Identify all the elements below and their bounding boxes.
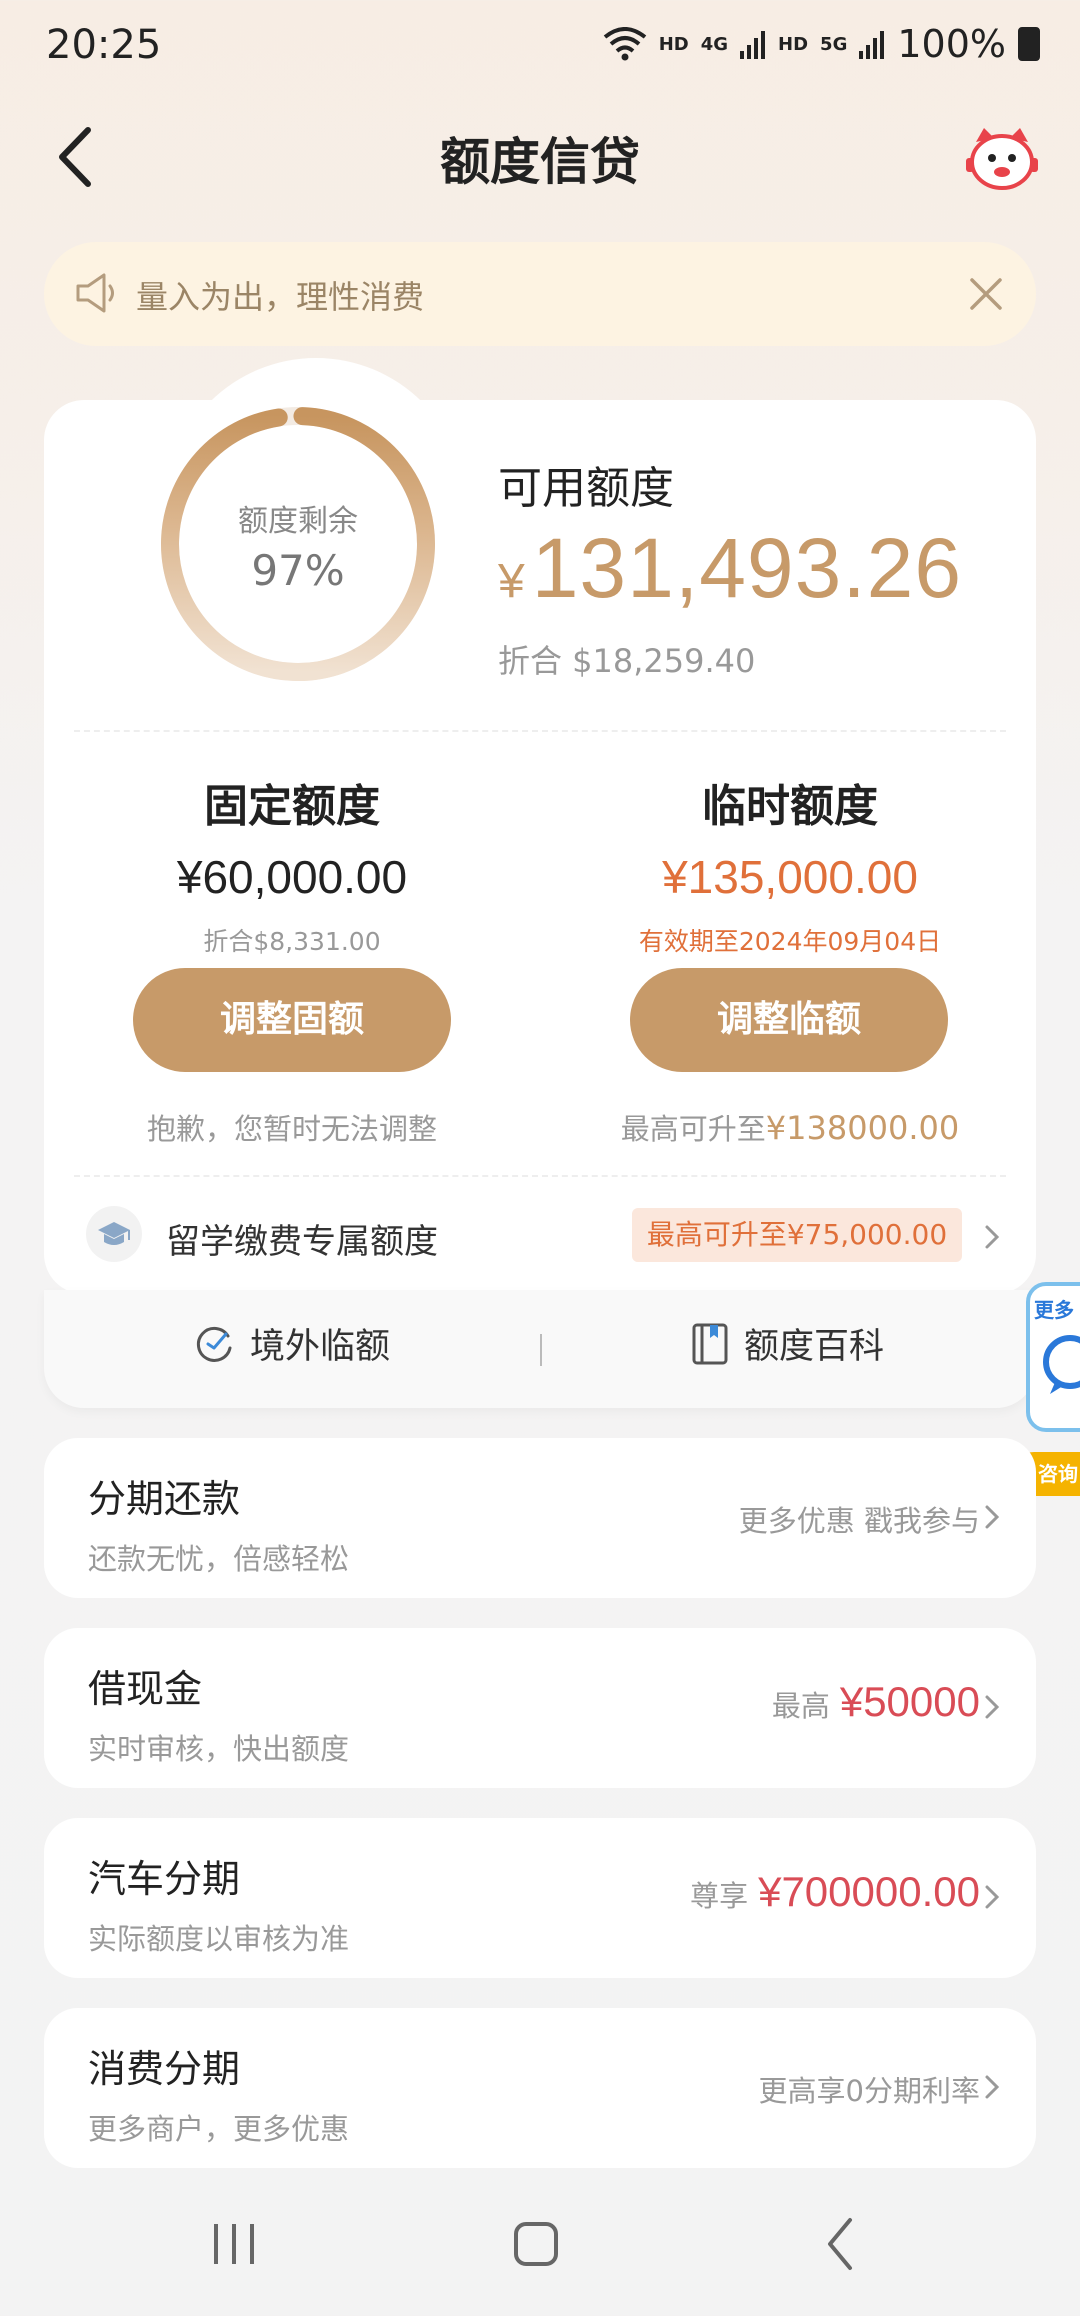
fixed-quota-amount: ¥60,000.00 xyxy=(176,851,408,903)
battery-icon xyxy=(1018,27,1040,61)
list-item-right: 更多优惠 戳我参与 xyxy=(739,1498,980,1540)
list-item-subtitle: 实时审核，快出额度 xyxy=(88,1732,350,1766)
ring-label: 额度剩余 xyxy=(238,504,358,539)
currency-symbol: ¥ xyxy=(498,555,526,608)
quick-link-label: 额度百科 xyxy=(744,1327,885,1367)
plane-clock-icon xyxy=(196,1326,232,1362)
chevron-right-icon xyxy=(982,1882,1002,1912)
graduation-cap-icon xyxy=(86,1206,142,1262)
study-quota-label[interactable]: 留学缴费专属额度 xyxy=(166,1214,438,1263)
ring-progress-arc xyxy=(160,407,435,681)
quick-link-label: 境外临额 xyxy=(250,1327,391,1367)
notice-text: 量入为出，理性消费 xyxy=(136,278,425,316)
list-item-subtitle: 还款无忧，倍感轻松 xyxy=(88,1542,350,1576)
available-amount-value: 131,493.26 xyxy=(531,521,963,615)
network-5g: 5G xyxy=(820,33,848,55)
mascot-icon xyxy=(966,128,1038,190)
temp-quota-note: 最高可升至¥138000.00 xyxy=(570,1106,1010,1148)
adjust-temp-button[interactable]: 调整临额 xyxy=(630,968,948,1072)
chevron-right-icon xyxy=(982,1692,1002,1722)
list-item-subtitle: 更多商户，更多优惠 xyxy=(88,2112,350,2146)
close-notice-button[interactable] xyxy=(968,276,1004,312)
speaker-icon xyxy=(74,272,120,314)
floating-widget-text: 更多 xyxy=(1034,1298,1074,1322)
wifi-icon xyxy=(603,27,646,61)
battery-percent: 100% xyxy=(897,22,1006,66)
status-icons: HD 4G HD 5G 100% xyxy=(603,22,1040,66)
chevron-right-icon xyxy=(982,2072,1002,2102)
list-item-right-value: ¥50000 xyxy=(839,1678,980,1725)
temp-note-value: ¥138000.00 xyxy=(765,1109,960,1147)
list-item-right-text: 更高享0分期利率 xyxy=(758,2074,980,2108)
quick-link-quota-wiki[interactable]: 额度百科 xyxy=(690,1318,884,1369)
list-item-title: 消费分期 xyxy=(88,2047,241,2091)
back-nav-button[interactable] xyxy=(828,2218,852,2270)
network-4g: 4G xyxy=(700,33,729,55)
list-item-right: 最高 ¥50000 xyxy=(772,1678,980,1726)
available-amount: ¥131,493.26 xyxy=(498,520,962,617)
ring-value: 97% xyxy=(251,546,345,595)
available-label: 可用额度 xyxy=(498,463,674,514)
list-item-subtitle: 实际额度以审核为准 xyxy=(88,1922,350,1956)
system-nav-bar xyxy=(0,2170,1080,2316)
signal-icon xyxy=(740,31,766,59)
temp-quota-title: 临时额度 xyxy=(702,781,878,832)
fixed-quota-usd: 折合$8,331.00 xyxy=(203,927,381,956)
chevron-right-icon[interactable] xyxy=(982,1222,1002,1252)
temp-quota-expiry: 有效期至2024年09月04日 xyxy=(638,927,942,956)
status-time: 20:25 xyxy=(46,22,162,68)
home-button[interactable] xyxy=(514,2222,558,2266)
list-item-right-value: ¥700000.00 xyxy=(758,1868,980,1915)
close-icon xyxy=(970,278,1002,310)
list-item-right-text: 更多优惠 戳我参与 xyxy=(738,1504,980,1538)
page-title: 额度信贷 xyxy=(440,133,640,191)
available-usd: 折合 $18,259.40 xyxy=(498,642,756,680)
quota-ring xyxy=(158,404,438,684)
hd-indicator-2: HD xyxy=(778,33,809,55)
list-item-right: 更高享0分期利率 xyxy=(759,2068,980,2110)
fixed-quota-note: 抱歉，您暂时无法调整 xyxy=(146,1112,437,1146)
list-item-right: 尊享 ¥700000.00 xyxy=(690,1868,980,1916)
assistant-mascot-button[interactable] xyxy=(964,124,1040,194)
adjust-fixed-button[interactable]: 调整固额 xyxy=(133,968,451,1072)
book-icon xyxy=(692,1323,728,1364)
divider xyxy=(74,730,1006,732)
list-item-right-prefix: 尊享 xyxy=(690,1879,749,1913)
temp-note-prefix: 最高可升至 xyxy=(620,1112,766,1146)
list-item-right-prefix: 最高 xyxy=(771,1689,830,1723)
temp-quota-amount: ¥135,000.00 xyxy=(662,851,918,903)
list-item-title: 汽车分期 xyxy=(88,1857,241,1901)
signal-icon-2 xyxy=(859,31,885,59)
chevron-right-icon xyxy=(982,1502,1002,1532)
list-item-title: 分期还款 xyxy=(88,1477,241,1521)
separator xyxy=(540,1334,542,1366)
list-item-title: 借现金 xyxy=(88,1667,203,1711)
hd-indicator: HD xyxy=(658,33,689,55)
quick-link-overseas-temp[interactable]: 境外临额 xyxy=(192,1318,390,1369)
study-quota-badge: 最高可升至¥75,000.00 xyxy=(632,1208,962,1262)
fixed-quota-title: 固定额度 xyxy=(204,781,380,832)
recent-apps-button[interactable] xyxy=(214,2224,254,2264)
divider xyxy=(74,1175,1006,1177)
